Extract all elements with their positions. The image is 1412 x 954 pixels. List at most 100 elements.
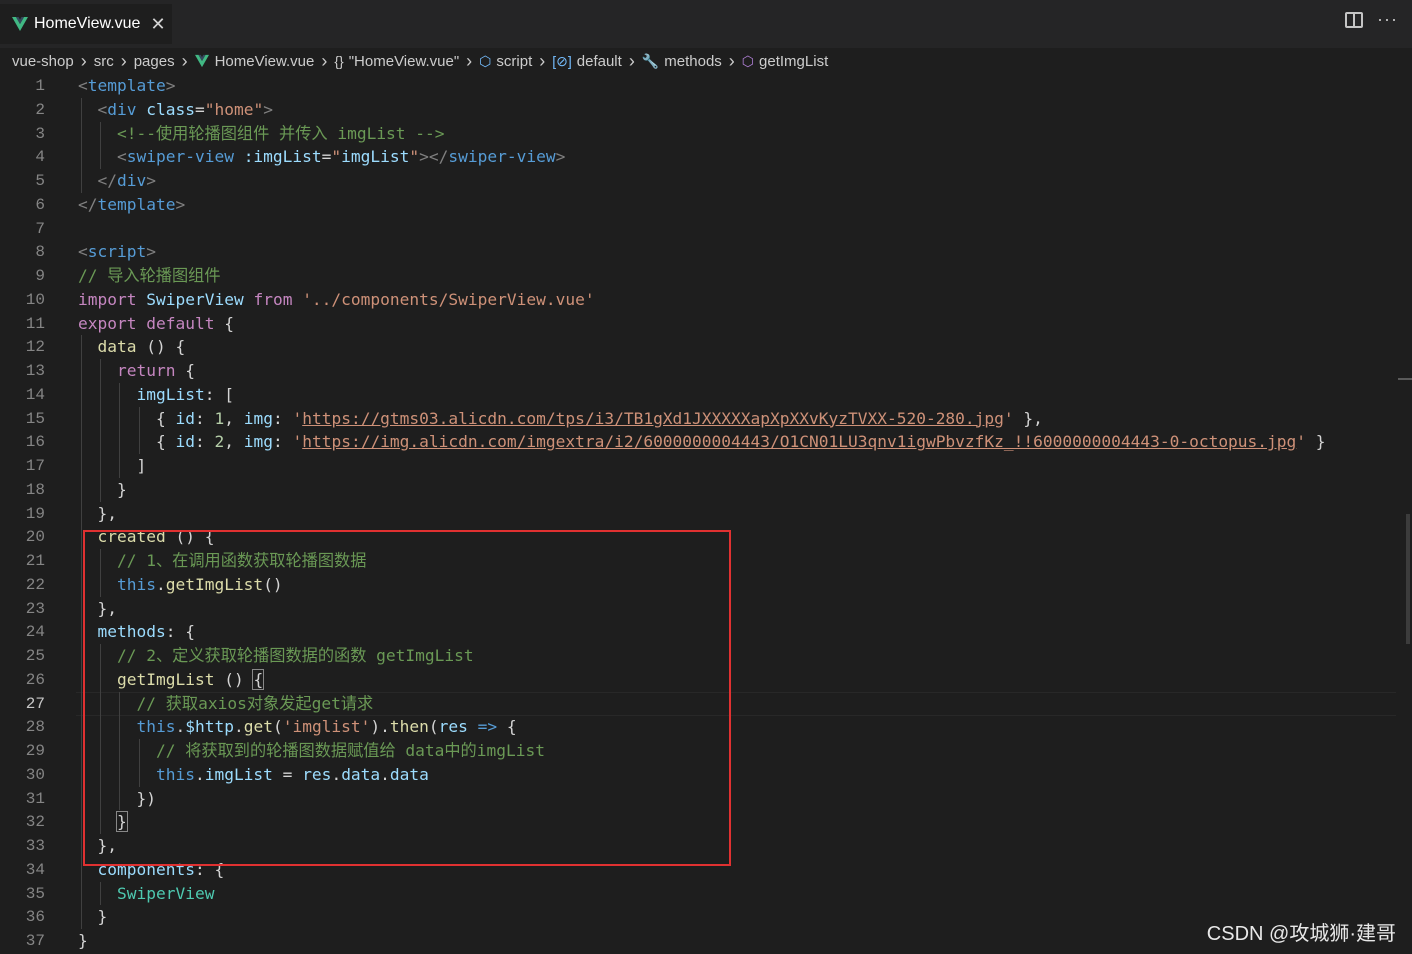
- chevron-right-icon: ›: [466, 50, 473, 71]
- code-token: :imgList: [243, 147, 322, 167]
- more-actions-icon[interactable]: ···: [1377, 10, 1398, 28]
- code-text: }: [78, 478, 127, 502]
- code-text: <swiper-view :imgList="imgList"></swiper…: [78, 145, 565, 169]
- close-icon[interactable]: ✕: [150, 14, 165, 35]
- code-text: }: [78, 929, 88, 953]
- breadcrumb-label: HomeView.vue: [214, 52, 315, 70]
- code-line[interactable]: 1 <template>: [0, 74, 1400, 98]
- editor-tab[interactable]: HomeView.vue ✕: [0, 4, 172, 44]
- line-number: 35: [25, 884, 45, 903]
- line-number: 7: [35, 219, 45, 238]
- code-text: { id: 1, img: 'https://gtms03.alicdn.com…: [78, 407, 1043, 431]
- code-token: {: [78, 432, 176, 452]
- code-line[interactable]: 14 imgList: [: [0, 383, 1400, 407]
- code-token: ': [292, 408, 303, 428]
- breadcrumb-item[interactable]: pages: [134, 53, 175, 70]
- breadcrumb-item[interactable]: HomeView.vue: [194, 52, 315, 70]
- code-token: export: [78, 313, 137, 333]
- overview-ruler-marker: [1398, 378, 1412, 380]
- code-line[interactable]: 13 return {: [0, 359, 1400, 383]
- vertical-scrollbar[interactable]: [1398, 74, 1412, 954]
- breadcrumb-item[interactable]: [⊘] default: [552, 53, 622, 70]
- code-line[interactable]: 35 SwiperView: [0, 882, 1400, 906]
- vue-icon: [12, 17, 28, 31]
- scroll-mark: [1406, 574, 1410, 644]
- code-line[interactable]: 7: [0, 217, 1400, 241]
- breadcrumb-item[interactable]: ⬡ script: [479, 53, 532, 70]
- wrench-icon: 🔧: [641, 52, 660, 69]
- code-line[interactable]: 6 </template>: [0, 193, 1400, 217]
- code-text: SwiperView: [78, 882, 214, 906]
- code-line[interactable]: 5 </div>: [0, 169, 1400, 193]
- code-line[interactable]: 36 }: [0, 905, 1400, 929]
- line-number: 14: [25, 385, 45, 404]
- code-line[interactable]: 16 { id: 2, img: 'https://img.alicdn.com…: [0, 430, 1400, 454]
- code-line[interactable]: 12 data () {: [0, 335, 1400, 359]
- code-text: data () {: [78, 335, 186, 359]
- breadcrumb-label: vue-shop: [12, 52, 74, 70]
- line-number: 29: [25, 742, 45, 760]
- code-line[interactable]: 19 },: [0, 502, 1400, 526]
- line-number: 3: [35, 124, 45, 143]
- code-token: div: [117, 171, 147, 190]
- code-line[interactable]: 8 <script>: [0, 240, 1400, 264]
- code-token: <: [78, 242, 88, 262]
- breadcrumb-item[interactable]: {} "HomeView.vue": [334, 53, 459, 70]
- split-editor-icon[interactable]: [1345, 12, 1364, 28]
- code-line[interactable]: 3 <!--使用轮播图组件 并传入 imgList -->: [0, 122, 1400, 146]
- code-token: </: [97, 171, 118, 190]
- code-token: default: [146, 313, 215, 333]
- code-token: SwiperView: [146, 289, 244, 309]
- code-token: id: [175, 408, 195, 428]
- tab-actions: ···: [1345, 10, 1398, 28]
- chevron-right-icon: ›: [628, 50, 635, 71]
- breadcrumb-label: pages: [133, 52, 175, 70]
- code-line[interactable]: 4 <swiper-view :imgList="imgList"></swip…: [0, 145, 1400, 169]
- code-token: from: [253, 289, 293, 309]
- line-number: 10: [25, 290, 45, 309]
- line-number: 18: [25, 480, 45, 499]
- code-line[interactable]: 15 { id: 1, img: 'https://gtms03.alicdn.…: [0, 407, 1400, 431]
- code-line[interactable]: 2 <div class="home">: [0, 98, 1400, 122]
- code-token: :: [272, 408, 293, 428]
- line-number: 4: [35, 148, 45, 167]
- code-token: script: [87, 242, 147, 262]
- code-text: }: [78, 905, 107, 929]
- code-token: >: [263, 99, 273, 119]
- breadcrumb-item[interactable]: src: [94, 53, 114, 70]
- breadcrumb-label: src: [93, 52, 114, 70]
- breadcrumb-item[interactable]: vue-shop: [12, 53, 74, 70]
- code-token: {: [175, 361, 195, 380]
- breadcrumb-item[interactable]: 🔧 methods: [642, 53, 722, 70]
- breadcrumb-label: getImgList: [759, 52, 829, 70]
- breadcrumb-item[interactable]: ⬡ getImgList: [742, 53, 828, 70]
- variable-icon: [⊘]: [552, 52, 572, 69]
- code-token: >: [146, 171, 156, 190]
- code-line[interactable]: 17 ]: [0, 454, 1400, 478]
- code-token: import: [78, 289, 137, 309]
- code-line[interactable]: 37}: [0, 929, 1400, 953]
- code-token: data: [97, 337, 137, 357]
- code-token: '../components/SwiperView.vue': [302, 289, 595, 309]
- code-text: </template>: [78, 193, 185, 217]
- code-token: :: [272, 432, 293, 452]
- code-token: img: [243, 408, 273, 428]
- line-number: 24: [25, 623, 45, 642]
- code-token: img: [243, 432, 273, 452]
- code-token: 1: [214, 408, 225, 428]
- line-number: 30: [25, 765, 45, 784]
- code-line[interactable]: 18 }: [0, 478, 1400, 502]
- code-token: imgList: [136, 384, 205, 404]
- code-line[interactable]: 9 // 导入轮播图组件: [0, 264, 1400, 288]
- chevron-right-icon: ›: [120, 50, 127, 71]
- code-token: ": [331, 147, 342, 167]
- cube-icon: ⬡: [479, 52, 492, 69]
- code-line[interactable]: 10 import SwiperView from '../components/…: [0, 288, 1400, 312]
- braces-icon: {}: [334, 53, 344, 69]
- vue-icon: [194, 54, 209, 68]
- code-line[interactable]: 11 export default {: [0, 312, 1400, 336]
